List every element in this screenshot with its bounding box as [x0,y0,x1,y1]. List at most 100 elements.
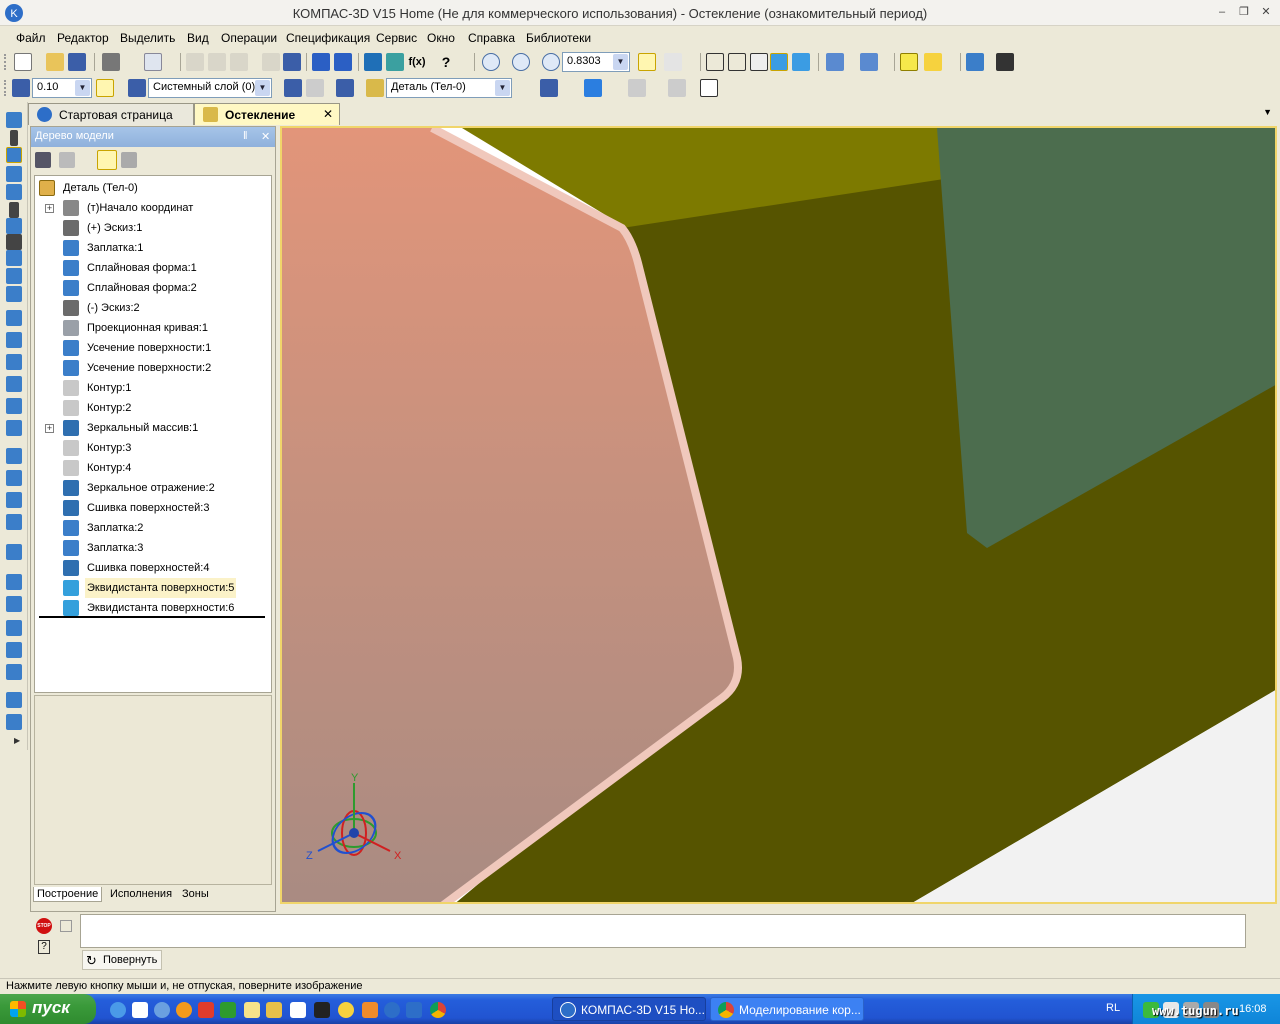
hidden-lines-icon[interactable] [728,53,746,71]
rotate-tab[interactable]: ↻ Повернуть [82,950,162,970]
wireframe-icon[interactable] [706,53,724,71]
aux-geometry-icon[interactable] [6,184,22,200]
pin-icon[interactable]: ‖ [243,130,248,142]
trim-tool-icon[interactable] [6,448,22,464]
layer-combo[interactable]: Системный слой (0) ▼ [148,78,272,98]
fx-icon[interactable]: f(x) [408,53,426,71]
annotation-icon[interactable] [700,79,718,97]
measure-icon[interactable] [668,79,686,97]
section-icon[interactable] [860,53,878,71]
planar-surface-icon[interactable] [6,544,22,560]
orientation-icon[interactable] [664,53,682,71]
tab-versions[interactable]: Исполнения [107,887,175,901]
menu-select[interactable]: Выделить [120,31,175,45]
step-combo[interactable]: 0.10 ▼ [32,78,92,98]
chevron-down-icon[interactable]: ▼ [75,80,90,96]
rotate-surface-icon[interactable] [6,332,22,348]
menu-operations[interactable]: Операции [221,31,277,45]
stitch-surfaces-icon[interactable] [6,692,22,708]
patch-tool-icon[interactable] [6,420,22,436]
variables-icon[interactable] [386,53,404,71]
local-cs-icon[interactable] [284,79,302,97]
edit-part-icon[interactable] [6,112,22,128]
print-icon[interactable] [102,53,120,71]
stop-icon[interactable]: STOP [36,918,52,934]
undo-icon[interactable] [312,53,330,71]
part-combo[interactable]: Деталь (Тел-0) ▼ [386,78,512,98]
expand-toggle-icon[interactable]: + [45,424,54,433]
copy-icon[interactable] [208,53,226,71]
menu-view[interactable]: Вид [187,31,209,45]
tab-glazing[interactable]: Остекление ✕ [194,103,340,125]
language-indicator[interactable]: RL [1106,1002,1120,1014]
app-icon-1[interactable] [198,1002,214,1018]
part-icon[interactable] [900,53,918,71]
dimensions-icon[interactable] [9,202,19,218]
close-button[interactable]: ✕ [1258,5,1274,20]
model-viewport[interactable]: Y X Z [280,126,1277,904]
library-icon[interactable] [966,53,984,71]
close-panel-icon[interactable]: ✕ [261,130,270,143]
cut-icon[interactable] [186,53,204,71]
task-browser[interactable]: Моделирование кор... [710,997,864,1021]
command-params-box[interactable] [80,914,1246,948]
extend-surface-icon[interactable] [6,470,22,486]
properties-brush-icon[interactable] [262,53,280,71]
report-icon[interactable] [6,234,22,250]
firefox-icon[interactable] [176,1002,192,1018]
tabs-dropdown-icon[interactable]: ▼ [1263,107,1272,117]
chevron-down-icon[interactable]: ▼ [255,80,270,96]
minimize-button[interactable]: ‒ [1214,5,1230,20]
material-icon[interactable] [540,79,558,97]
tree-filter-icon[interactable] [59,152,75,168]
help-pointer-icon[interactable]: ? [437,53,455,71]
shaded-edges-icon[interactable] [792,53,810,71]
zoom-all-icon[interactable] [512,53,530,71]
media-icon[interactable] [132,1002,148,1018]
surfaces-icon[interactable] [6,147,22,163]
surface-by-mesh-icon[interactable] [6,574,22,590]
restore-surface-icon[interactable] [6,642,22,658]
open-folder-icon[interactable] [46,53,64,71]
new-file-icon[interactable] [14,53,32,71]
ruled-surface-icon[interactable] [6,398,22,414]
start-button[interactable]: пуск [0,994,96,1024]
tree-view-mode-icon[interactable] [97,150,117,170]
thin-lines-icon[interactable] [750,53,768,71]
app-icon-3[interactable] [266,1002,282,1018]
stitch-tool-icon[interactable] [6,514,22,530]
snap-icon[interactable] [96,79,114,97]
manager-icon[interactable] [364,53,382,71]
zoom-frame-icon[interactable] [482,53,500,71]
rotate-tool-icon[interactable] [638,53,656,71]
ie-icon[interactable] [110,1002,126,1018]
menu-specification[interactable]: Спецификация [286,31,370,45]
toolbar-grip-2[interactable] [4,80,7,96]
tab-zones[interactable]: Зоны [179,887,212,901]
lighting-icon[interactable] [628,79,646,97]
kinematic-surface-icon[interactable] [6,354,22,370]
zoom-combo[interactable]: 0.8303 ▼ [562,52,630,72]
delete-faces-icon[interactable] [6,714,22,730]
arrays-icon[interactable] [6,166,22,182]
redo-icon[interactable] [334,53,352,71]
spatial-curves-icon[interactable] [10,130,18,146]
task-kompas[interactable]: КОМПАС-3D V15 Ho... [552,997,706,1021]
app-icon-7[interactable] [406,1002,422,1018]
help-icon[interactable]: ? [38,940,50,954]
menu-file[interactable]: Файл [16,31,46,45]
shaded-icon[interactable] [770,53,788,71]
cut-surface-icon[interactable] [6,596,22,612]
sketch-tool-icon[interactable] [6,268,22,284]
kompas-launch-icon[interactable] [384,1002,400,1018]
save-icon[interactable] [68,53,86,71]
menu-window[interactable]: Окно [427,31,455,45]
menu-editor[interactable]: Редактор [57,31,109,45]
preview-icon[interactable] [144,53,162,71]
fix-params-icon[interactable] [60,920,72,932]
tab-start-page[interactable]: Стартовая страница [28,103,194,125]
app-icon-2[interactable] [220,1002,236,1018]
notes-icon[interactable] [244,1002,260,1018]
paste-icon[interactable] [230,53,248,71]
chevron-down-icon[interactable]: ▼ [495,80,510,96]
